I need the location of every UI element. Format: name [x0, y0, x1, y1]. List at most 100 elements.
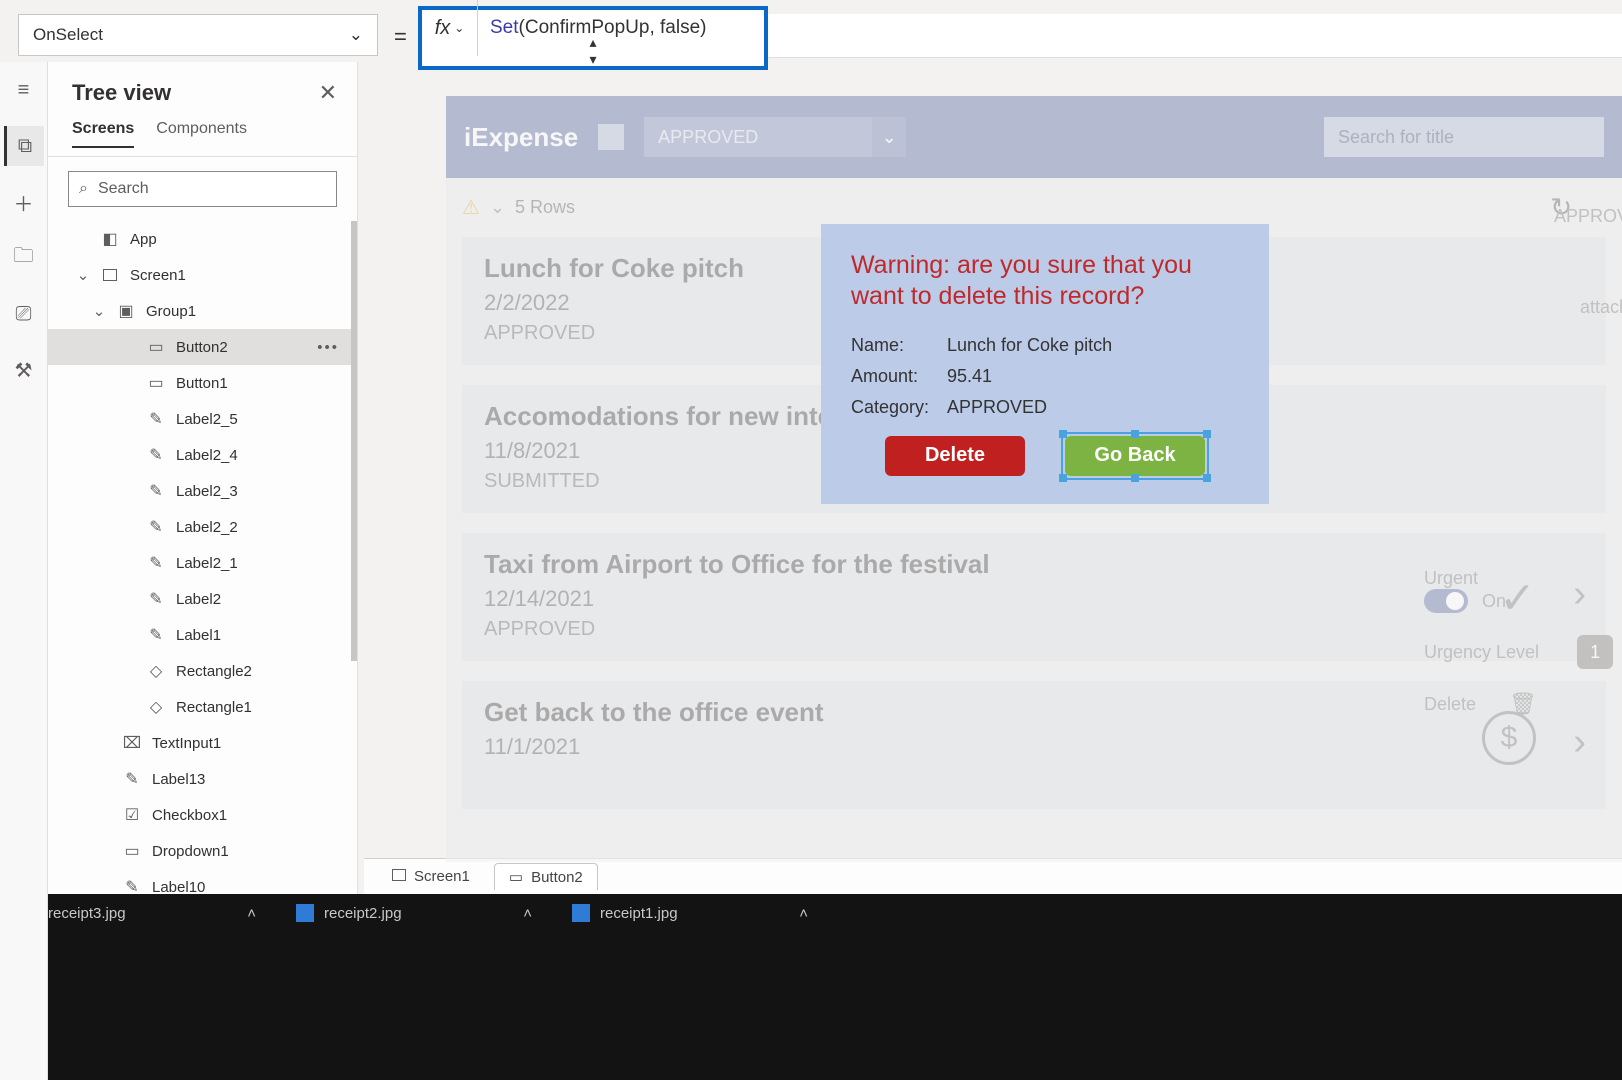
confirm-popup: Warning: are you sure that you want to d… [821, 224, 1269, 504]
card-date: 11/1/2021 [484, 734, 1584, 760]
urgent-toggle[interactable] [1424, 589, 1468, 613]
popup-warning: Warning: are you sure that you want to d… [851, 250, 1239, 313]
label-icon [146, 553, 166, 573]
delete-button[interactable]: Delete [885, 436, 1025, 476]
chevron-up-icon[interactable]: ˄ [523, 905, 532, 922]
urgency-badge[interactable]: 1 [1577, 635, 1613, 669]
tools-icon[interactable]: ⚒ [4, 350, 44, 390]
check-icon [122, 805, 142, 825]
tree-item[interactable]: Label1 [48, 617, 357, 653]
header-checkbox[interactable] [598, 124, 624, 150]
popup-name-key: Name: [851, 335, 947, 356]
media-icon[interactable]: ⎚ [4, 294, 44, 334]
bottom-tab-screen[interactable]: Screen1 [378, 864, 484, 889]
label-icon [122, 769, 142, 789]
taskbar-item[interactable]: receipt1.jpg˄ [572, 904, 808, 922]
tab-screens[interactable]: Screens [72, 120, 134, 148]
property-dropdown[interactable]: OnSelect ⌄ [18, 14, 378, 56]
tree-item[interactable]: TextInput1 [48, 725, 357, 761]
tree-item[interactable]: Label13 [48, 761, 357, 797]
brand-label: iExpense [464, 122, 578, 153]
label-icon [146, 445, 166, 465]
bottom-tab-button[interactable]: Button2 [494, 863, 598, 890]
taskbar-item[interactable]: receipt2.jpg˄ [296, 904, 532, 922]
bottom-tab-label: Button2 [531, 869, 583, 886]
toggle-on-label: On [1482, 591, 1506, 612]
search-input[interactable]: Search for title [1324, 117, 1604, 157]
label-icon [146, 589, 166, 609]
tree-item-label: Group1 [146, 303, 196, 320]
popup-category-value: APPROVED [947, 397, 1047, 418]
equals-sign: = [394, 24, 407, 50]
formula-bar[interactable]: fx⌄ Set(ConfirmPopUp, false) ▴▾ [418, 6, 768, 70]
chevron-up-icon[interactable]: ˄ [799, 905, 808, 922]
tree-item-label: Label2_1 [176, 555, 238, 572]
chevron-down-icon[interactable]: ⌄ [92, 302, 106, 320]
tree-item-label: Label10 [152, 879, 205, 896]
formula-bar-extension [768, 14, 1622, 58]
status-badge: APPROVED [1424, 206, 1622, 227]
tree-list: App ⌄Screen1 ⌄ Group1 Button2••• Button1 La… [48, 221, 357, 941]
go-back-button[interactable]: Go Back [1065, 436, 1205, 476]
card-status: APPROVED [484, 618, 1584, 641]
data-icon[interactable]: 🗀 [4, 238, 44, 278]
filter-dropdown[interactable]: APPROVED⌄ [644, 117, 906, 157]
urgent-label: Urgent [1424, 568, 1622, 589]
selection-outline [1061, 432, 1209, 480]
tree-item[interactable]: Dropdown1 [48, 833, 357, 869]
tree-item-screen[interactable]: ⌄Screen1 [48, 257, 357, 293]
tree-item-label: Rectangle1 [176, 699, 252, 716]
formula-body: (ConfirmPopUp, false) [519, 17, 707, 38]
popup-name-value: Lunch for Coke pitch [947, 335, 1112, 356]
tree-item[interactable]: Label2_2 [48, 509, 357, 545]
formula-function: Set [490, 17, 519, 38]
tree-item[interactable]: Button1 [48, 365, 357, 401]
tree-search-input[interactable]: ⌕ Search [68, 171, 337, 207]
resize-handle-icon[interactable]: ▴▾ [589, 34, 596, 68]
popup-category-key: Category: [851, 397, 947, 418]
more-icon[interactable]: ••• [317, 339, 339, 356]
tree-item-label: Label2_4 [176, 447, 238, 464]
chevron-down-icon[interactable]: ⌄ [76, 266, 90, 284]
chevron-up-icon[interactable]: ˄ [247, 905, 256, 922]
tree-item[interactable]: Label2_5 [48, 401, 357, 437]
tree-item-label: Label1 [176, 627, 221, 644]
text-icon [122, 733, 142, 753]
taskbar-item[interactable]: receipt3.jpg˄ [20, 904, 256, 922]
label-icon [146, 481, 166, 501]
hamburger-icon[interactable]: ≡ [4, 70, 44, 110]
tree-item[interactable]: Label2_3 [48, 473, 357, 509]
tree-item[interactable]: Button2••• [48, 329, 357, 365]
tree-item[interactable]: Rectangle1 [48, 689, 357, 725]
app-header: iExpense APPROVED⌄ Search for title [446, 96, 1622, 178]
tree-item-label: Checkbox1 [152, 807, 227, 824]
trash-icon[interactable]: 🗑 [1509, 691, 1537, 717]
tree-item-app[interactable]: App [48, 221, 357, 257]
tree-view-icon[interactable]: ⧉ [4, 126, 44, 166]
attached-label: attached. [1424, 297, 1622, 318]
tree-item-label: Button1 [176, 375, 228, 392]
formula-input[interactable]: Set(ConfirmPopUp, false) [478, 17, 764, 39]
tree-item-label: Label13 [152, 771, 205, 788]
property-dropdown-label: OnSelect [33, 25, 103, 45]
tree-item[interactable]: Label2_1 [48, 545, 357, 581]
tab-components[interactable]: Components [156, 120, 247, 148]
tree-item[interactable]: Rectangle2 [48, 653, 357, 689]
close-icon[interactable]: ✕ [319, 80, 337, 106]
scrollbar[interactable] [351, 221, 357, 661]
tree-view-title: Tree view [72, 80, 171, 106]
insert-icon[interactable]: ＋ [4, 182, 44, 222]
urgency-label: Urgency Level [1424, 642, 1539, 663]
chevron-down-icon[interactable]: ⌄ [490, 197, 505, 218]
card-title: Get back to the office event [484, 697, 1584, 728]
fx-button[interactable]: fx⌄ [422, 0, 478, 56]
card-title: Taxi from Airport to Office for the fest… [484, 549, 1584, 580]
filter-value: APPROVED [658, 127, 758, 148]
tree-item[interactable]: Label2_4 [48, 437, 357, 473]
tree-item-group[interactable]: ⌄ Group1 [48, 293, 357, 329]
tree-item[interactable]: Label2 [48, 581, 357, 617]
screen-icon [392, 868, 406, 885]
label-icon [146, 517, 166, 537]
button-icon [509, 868, 523, 886]
tree-item[interactable]: Checkbox1 [48, 797, 357, 833]
